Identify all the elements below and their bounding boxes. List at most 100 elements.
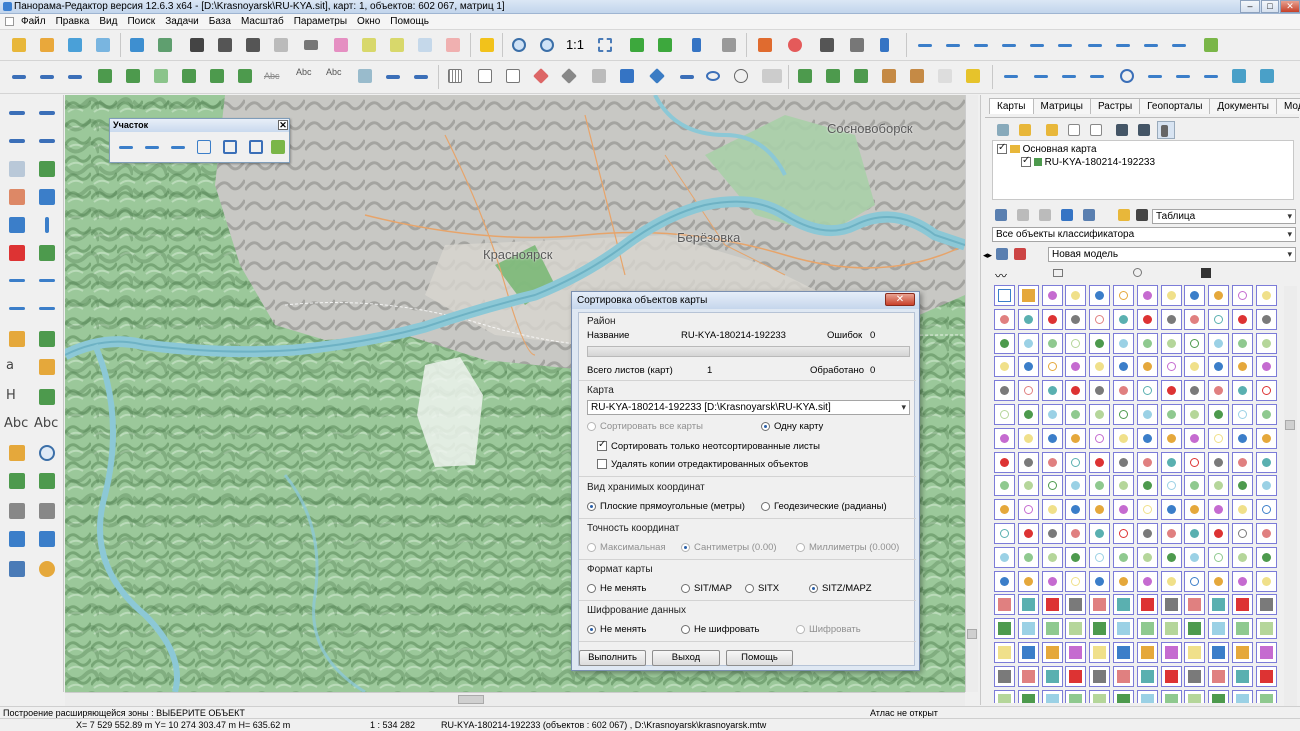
symbol-cell[interactable] [1089, 689, 1111, 703]
symbol-cell[interactable] [994, 427, 1015, 449]
text-curve-2-icon[interactable]: Abc [326, 65, 348, 87]
binoculars-icon[interactable] [186, 34, 208, 56]
symbol-cell[interactable] [1208, 642, 1230, 663]
help-cursor-icon[interactable] [876, 34, 898, 56]
symbol-cell[interactable] [1017, 618, 1039, 640]
table-grid-icon[interactable] [616, 65, 638, 87]
symbol-cell[interactable] [1208, 475, 1230, 497]
tab-geoportals[interactable]: Геопорталы [1139, 98, 1211, 114]
symbol-cell[interactable] [1065, 404, 1087, 425]
symbol-cell[interactable] [1160, 594, 1182, 616]
symbol-cell[interactable] [1065, 570, 1087, 592]
symbol-cell[interactable] [1089, 570, 1111, 592]
symbol-cell[interactable] [1089, 332, 1111, 354]
folder-check-icon[interactable] [1016, 121, 1034, 139]
symbol-cell[interactable] [1136, 427, 1158, 449]
run-button[interactable]: Выполнить [579, 650, 646, 666]
precision-cm-radio[interactable]: Сантиметры (0.00) [681, 542, 777, 553]
format-sitmap-radio[interactable]: SIT/MAP [681, 583, 732, 594]
symbol-cell[interactable] [1255, 499, 1277, 521]
symbol-cell[interactable] [1184, 689, 1206, 703]
menu-scale[interactable]: Масштаб [236, 14, 289, 29]
symbol-cell[interactable] [1232, 499, 1253, 521]
check-icon[interactable] [626, 34, 648, 56]
polygon-edit-2-icon[interactable] [850, 65, 872, 87]
view-mode-select[interactable]: Таблица [1152, 209, 1296, 224]
document-icon[interactable] [5, 17, 14, 26]
vertex-3-icon[interactable] [1140, 34, 1162, 56]
symbol-cell[interactable] [1041, 356, 1063, 378]
symbol-cell[interactable] [1113, 665, 1134, 687]
text-abc-2-icon[interactable]: Abc [32, 413, 62, 437]
symbol-cell[interactable] [1065, 427, 1087, 449]
binoculars-2-icon[interactable] [214, 34, 236, 56]
gear-icon[interactable] [34, 557, 60, 581]
pen-4-icon[interactable] [382, 65, 404, 87]
folder-add-icon[interactable] [1043, 121, 1061, 139]
symbol-cell[interactable] [1136, 285, 1158, 306]
symbol-cell[interactable] [1184, 308, 1206, 330]
circle-grid-icon[interactable] [730, 65, 752, 87]
menu-view[interactable]: Вид [94, 14, 122, 29]
symbol-cell[interactable] [1232, 523, 1253, 544]
symbol-cell[interactable] [1017, 332, 1039, 354]
symbol-cell[interactable] [1208, 308, 1230, 330]
symbol-cell[interactable] [1255, 523, 1277, 544]
menu-help[interactable]: Помощь [385, 14, 434, 29]
pointer-icon[interactable] [1014, 206, 1032, 224]
zoom-actual-button[interactable]: 1:1 [564, 34, 586, 56]
symbol-cell[interactable] [1160, 308, 1182, 330]
symbol-cell[interactable] [1208, 499, 1230, 521]
split-node-icon[interactable] [1026, 34, 1048, 56]
symbol-cell[interactable] [1017, 451, 1039, 473]
tab-maps[interactable]: Карты [989, 98, 1034, 114]
symbol-cell[interactable] [1160, 427, 1182, 449]
pin-edit-icon[interactable] [754, 34, 776, 56]
section-box-2-icon[interactable] [245, 136, 267, 158]
symbol-cell[interactable] [1232, 618, 1253, 640]
close-window-button[interactable]: ✕ [1280, 0, 1300, 13]
symbol-cell[interactable] [1208, 523, 1230, 544]
symbol-cell[interactable] [1017, 523, 1039, 544]
symbol-cell[interactable] [994, 332, 1015, 354]
select-cursor-icon[interactable] [688, 34, 710, 56]
menu-parameters[interactable]: Параметры [289, 14, 352, 29]
symbol-cell[interactable] [1208, 546, 1230, 568]
symbol-cell[interactable] [1065, 665, 1087, 687]
symbol-cell[interactable] [1232, 665, 1253, 687]
exit-button[interactable]: Выход [652, 650, 720, 666]
model-2-icon[interactable] [1011, 245, 1029, 263]
section-line-icon[interactable] [115, 136, 137, 158]
geo-coords-radio[interactable]: Геодезические (радианы) [761, 501, 887, 512]
model-select[interactable]: Новая модель [1048, 247, 1296, 262]
section-angle-icon[interactable] [193, 136, 215, 158]
save-view-icon[interactable] [1058, 206, 1076, 224]
symbol-cell[interactable] [1041, 427, 1063, 449]
symbol-cell[interactable] [1184, 594, 1206, 616]
tab-matrices[interactable]: Матрицы [1032, 98, 1091, 114]
section-panel-close-button[interactable]: ✕ [278, 120, 288, 130]
polygon-left-2-icon[interactable] [34, 385, 60, 409]
symbol-cell[interactable] [1160, 570, 1182, 592]
open-folder-icon[interactable] [8, 34, 30, 56]
precision-max-radio[interactable]: Максимальная [587, 542, 666, 553]
symbol-cell[interactable] [1065, 546, 1087, 568]
symbol-cell[interactable] [1017, 546, 1039, 568]
iron-icon[interactable] [1228, 65, 1250, 87]
redo-icon[interactable] [4, 527, 30, 551]
symbol-cell[interactable] [1017, 427, 1039, 449]
symbol-cell[interactable] [1136, 618, 1158, 640]
symbol-cell[interactable] [1089, 499, 1111, 521]
symbol-cell[interactable] [1113, 499, 1134, 521]
symbol-cell[interactable] [1208, 332, 1230, 354]
help-pen-icon[interactable] [4, 157, 30, 181]
symbol-cell[interactable] [1232, 427, 1253, 449]
minimize-button[interactable]: – [1240, 0, 1260, 13]
symbol-cell[interactable] [1184, 332, 1206, 354]
symbol-cell[interactable] [1232, 642, 1253, 663]
eraser-remove-icon[interactable] [442, 34, 464, 56]
symbol-cell[interactable] [1160, 285, 1182, 306]
symbol-cell[interactable] [1208, 665, 1230, 687]
delete-copies-checkbox[interactable]: Удалять копии отредактированных объектов [597, 459, 808, 470]
arrow-right-icon[interactable] [1058, 65, 1080, 87]
